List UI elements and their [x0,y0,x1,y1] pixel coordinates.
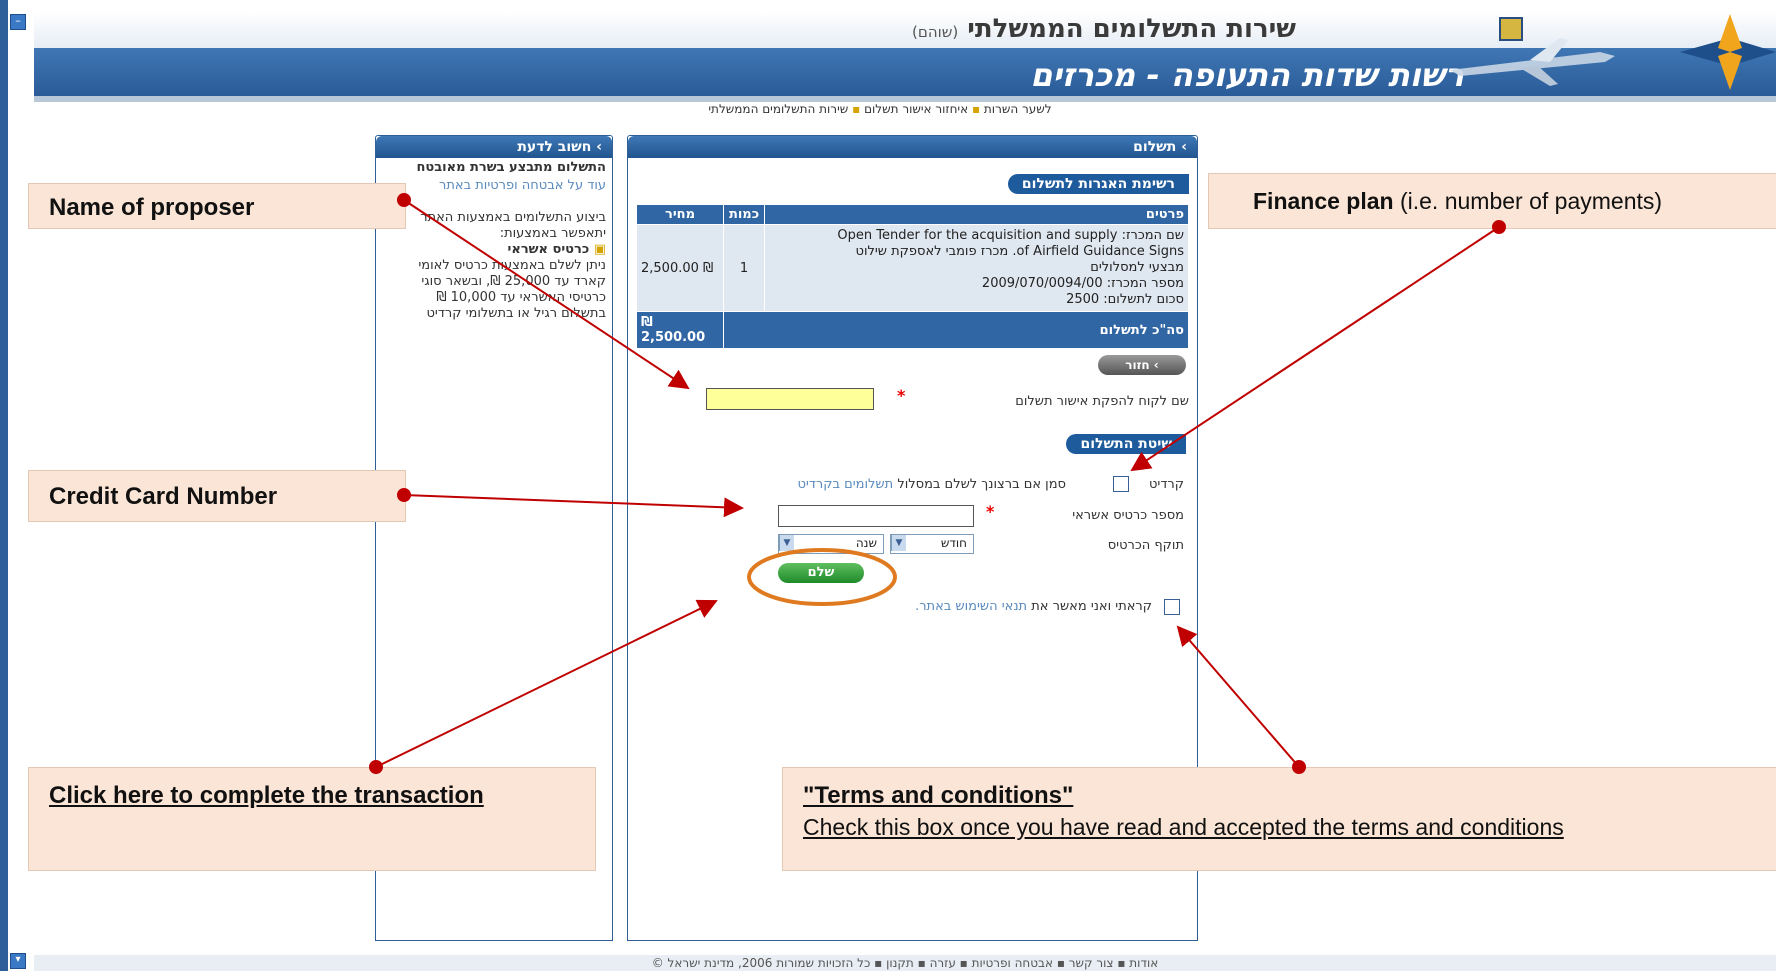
annotation-arrow [403,199,690,390]
annotation-arrow [1176,625,1300,768]
annotation-arrow [375,599,718,768]
pay-button-highlight [747,548,897,606]
annotation-arrow [1130,226,1500,472]
annotation-arrow [403,494,744,518]
footer-links: אודות ▪ צור קשר ▪ אבטחה ופרטיות ▪ עזרה ▪… [34,955,1776,971]
annotation-overlay [369,193,1506,774]
